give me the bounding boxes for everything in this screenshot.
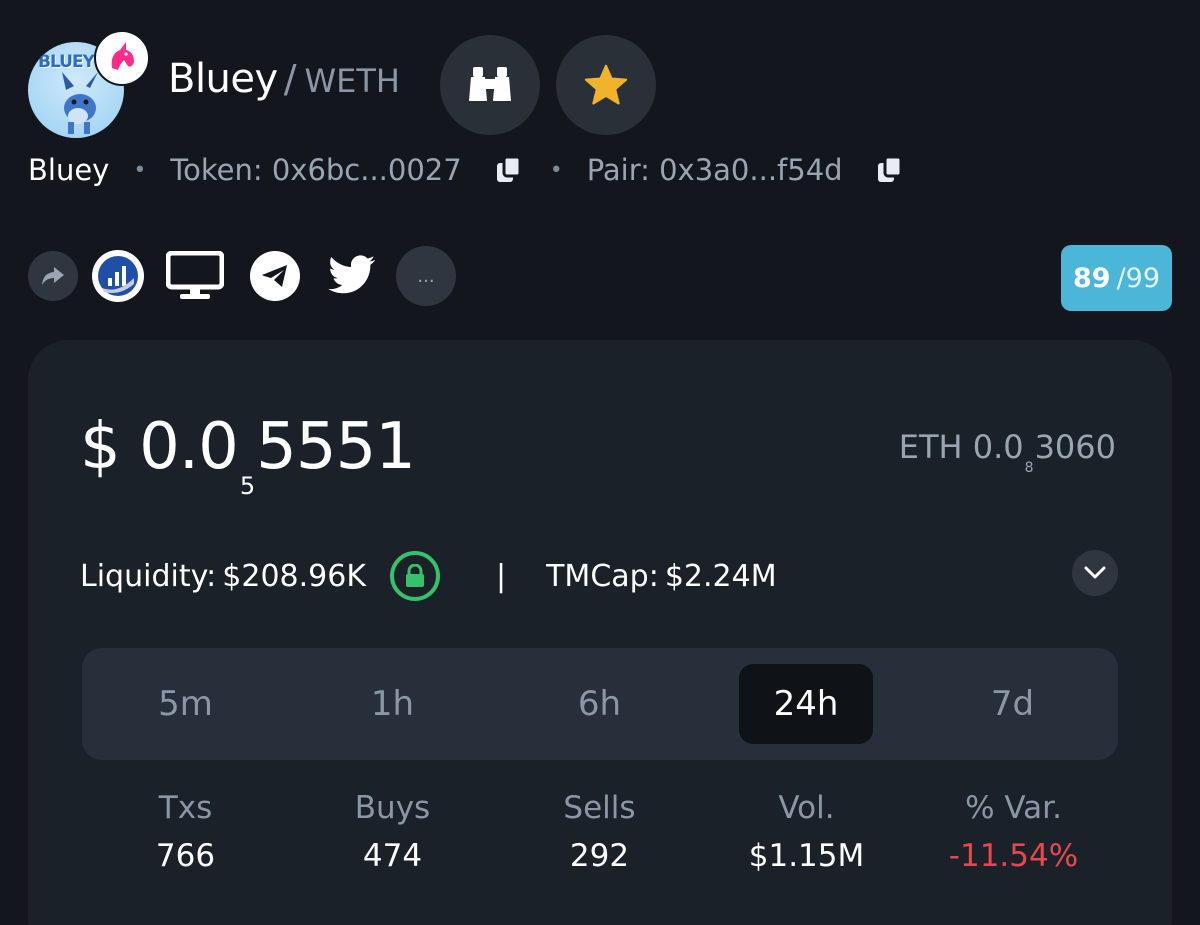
metric-value: 474 [362, 838, 423, 874]
pair-title: Bluey / WETH [168, 56, 400, 102]
price-prefix: 0.0 [139, 410, 239, 484]
metric-label: Vol. [778, 790, 835, 826]
eth-digits: 3060 [1034, 428, 1116, 466]
title-separator: / [283, 57, 297, 101]
timeframe-tabs: 5m 1h 6h 24h 7d [82, 648, 1118, 760]
metric-label: Txs [158, 790, 213, 826]
metric-variation: % Var. -11.54% [910, 784, 1117, 880]
tab-5m[interactable]: 5m [82, 664, 289, 744]
metric-label: Buys [354, 790, 431, 826]
usd-price: $ 0.055551 [80, 410, 416, 500]
favorite-button[interactable] [556, 35, 656, 135]
chart-logo-icon[interactable] [92, 250, 144, 302]
copy-pair-address-icon[interactable] [875, 155, 905, 185]
eth-price: ETH 0.083060 [898, 428, 1116, 476]
watch-button[interactable] [440, 35, 540, 135]
tab-24h[interactable]: 24h [739, 664, 873, 744]
eth-label: ETH [898, 428, 963, 466]
metric-value: 292 [569, 838, 630, 874]
price-zero-count: 5 [239, 472, 255, 500]
base-symbol: Bluey [168, 56, 278, 102]
metric-value: 766 [155, 838, 216, 874]
liquidity-label: Liquidity: [80, 558, 217, 594]
liquidity-row: Liquidity: $208.96K | TMCap: $2.24M [80, 548, 777, 604]
liquidity-lock-icon[interactable] [390, 551, 440, 601]
tab-1h[interactable]: 1h [289, 664, 496, 744]
chevron-down-icon [1084, 566, 1106, 579]
token-page: BLUEY Bluey / WETH Bluey • Token: 0x6bc.… [0, 0, 1200, 925]
separator-dot: • [549, 157, 563, 183]
score-max: /99 [1116, 262, 1161, 294]
token-name: Bluey [28, 153, 110, 187]
separator-dot: • [133, 157, 147, 183]
copy-token-address-icon[interactable] [494, 155, 524, 185]
stats-separator: | [496, 558, 507, 594]
tmcap-label: TMCap: [546, 558, 659, 594]
trade-metrics: Txs 766 Buys 474 Sells 292 Vol. $1.15M %… [82, 784, 1118, 880]
twitter-icon[interactable] [326, 253, 378, 299]
score-value: 89 [1072, 262, 1111, 294]
dex-unicorn-badge [94, 30, 150, 86]
eth-zero-count: 8 [1024, 460, 1034, 476]
unicorn-icon [111, 42, 134, 70]
token-info-row: Bluey • Token: 0x6bc...0027 • Pair: 0x3a… [28, 148, 905, 192]
tab-6h[interactable]: 6h [496, 664, 703, 744]
website-icon[interactable] [164, 248, 226, 304]
binoculars-icon [469, 67, 511, 101]
token-score-badge[interactable]: 89 /99 [1061, 245, 1172, 311]
currency-symbol: $ [80, 410, 121, 484]
quote-symbol: WETH [304, 62, 400, 100]
telegram-icon[interactable] [250, 251, 300, 301]
more-links-button[interactable]: ... [396, 246, 456, 306]
star-icon [584, 64, 628, 105]
metric-txs: Txs 766 [82, 784, 289, 880]
pair-address[interactable]: Pair: 0x3a0...f54d [587, 153, 843, 187]
social-links: ... [28, 246, 456, 306]
metric-value: $1.15M [748, 838, 865, 874]
liquidity-value: $208.96K [222, 558, 366, 594]
price-digits: 5551 [256, 410, 416, 484]
tmcap-value: $2.24M [664, 558, 777, 594]
metric-sells: Sells 292 [496, 784, 703, 880]
expand-stats-button[interactable] [1072, 550, 1118, 596]
price-card: $ 0.055551 ETH 0.083060 Liquidity: $208.… [28, 340, 1172, 925]
token-address[interactable]: Token: 0x6bc...0027 [170, 153, 461, 187]
more-label: ... [417, 265, 435, 287]
metric-label: % Var. [965, 790, 1062, 826]
share-icon[interactable] [28, 251, 78, 301]
metric-volume: Vol. $1.15M [703, 784, 910, 880]
metric-value: -11.54% [948, 838, 1079, 874]
tab-7d[interactable]: 7d [909, 664, 1116, 744]
metric-buys: Buys 474 [289, 784, 496, 880]
metric-label: Sells [563, 790, 636, 826]
eth-prefix: 0.0 [972, 428, 1024, 466]
